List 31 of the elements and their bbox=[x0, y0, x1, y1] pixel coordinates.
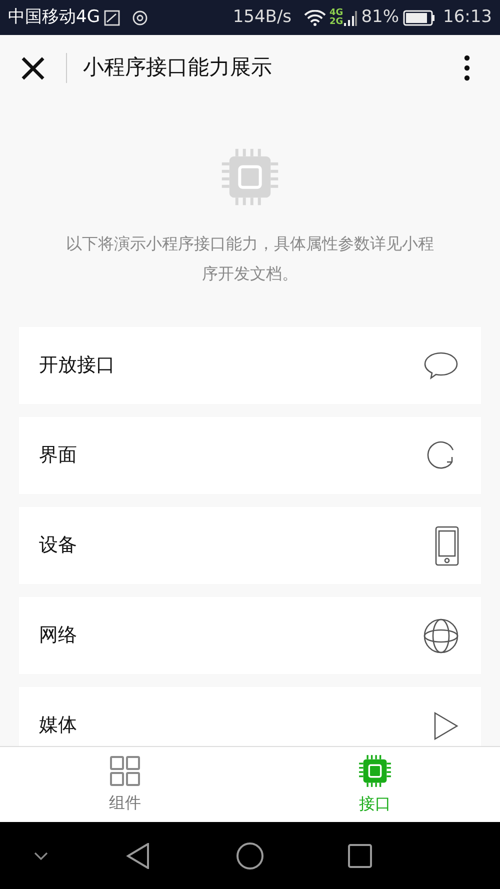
menu-item[interactable]: 媒体 bbox=[19, 687, 481, 746]
network-speed: 154B/s bbox=[232, 6, 292, 29]
battery-percent: 81% bbox=[361, 6, 399, 29]
globe-icon bbox=[423, 618, 459, 654]
tab[interactable]: 组件 bbox=[0, 747, 250, 822]
speech-bubble-icon bbox=[423, 350, 459, 380]
menu-item[interactable]: 开放接口 bbox=[19, 327, 481, 404]
play-icon bbox=[433, 710, 459, 740]
chip-icon bbox=[358, 754, 392, 788]
network-type: 2G bbox=[330, 18, 344, 26]
close-button[interactable]: × bbox=[0, 35, 66, 101]
more-icon[interactable] bbox=[463, 54, 471, 82]
chevron-down-icon[interactable] bbox=[34, 852, 48, 860]
phone-icon bbox=[435, 526, 459, 566]
signal-icon bbox=[343, 8, 358, 26]
clock: 16:13 bbox=[443, 6, 492, 29]
home-icon[interactable] bbox=[236, 842, 264, 870]
wifi-icon bbox=[304, 10, 326, 26]
image-icon bbox=[104, 10, 120, 26]
menu-item[interactable]: 界面 bbox=[19, 417, 481, 494]
square-icon[interactable] bbox=[348, 844, 372, 868]
battery-icon bbox=[403, 10, 435, 26]
page-title: 小程序接口能力展示 bbox=[83, 54, 272, 82]
intro-text: 以下将演示小程序接口能力，具体属性参数详见小程序开发文档。 bbox=[65, 233, 435, 285]
menu-item[interactable]: 网络 bbox=[19, 597, 481, 674]
chip-icon bbox=[220, 147, 280, 207]
carrier-text: 中国移动4G bbox=[8, 6, 100, 29]
network-type: 4G bbox=[330, 8, 344, 18]
back-icon[interactable] bbox=[126, 842, 150, 868]
grid-icon bbox=[109, 754, 141, 786]
menu-item[interactable]: 设备 bbox=[19, 507, 481, 584]
